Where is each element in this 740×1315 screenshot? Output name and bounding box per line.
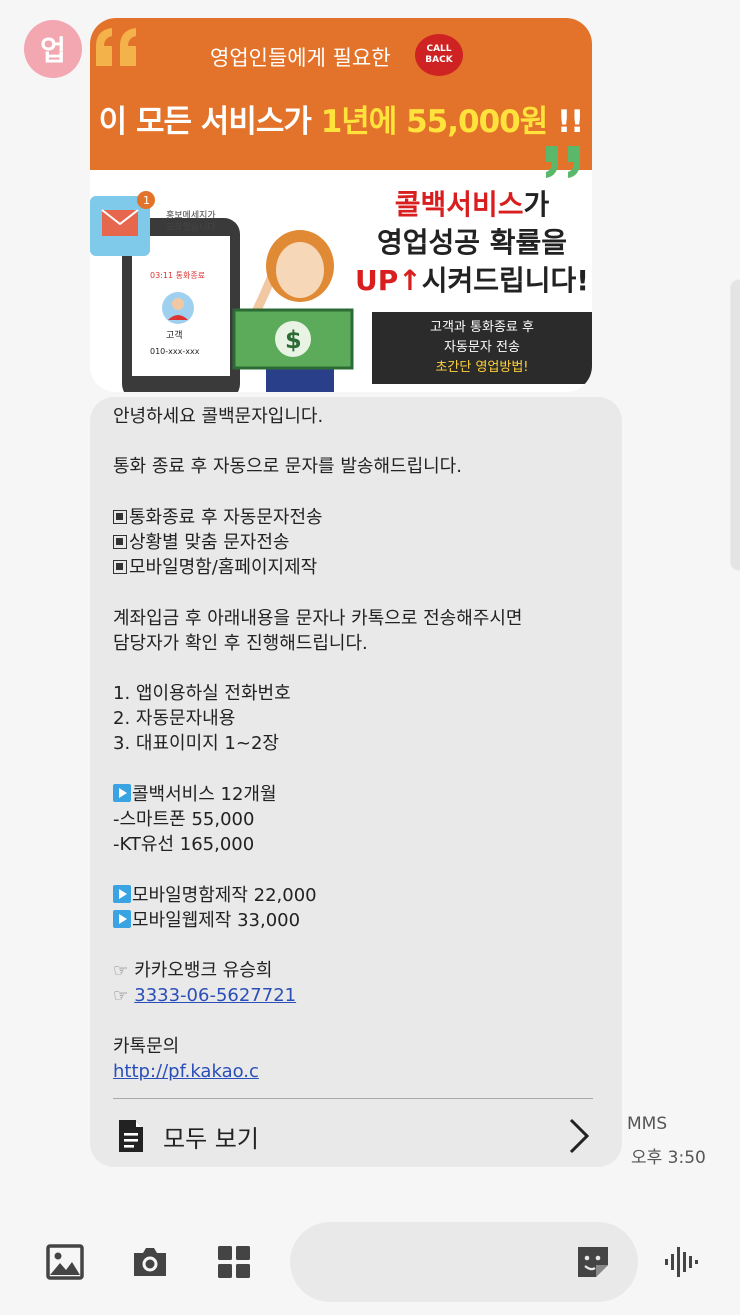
message-text[interactable]: 안녕하세요 콜백문자입니다. 통화 종료 후 자동으로 문자를 발송해드립니다.… — [113, 404, 613, 1084]
feature-item: 상황별 맞춤 문자전송 — [113, 530, 613, 555]
deposit-line1: 계좌입금 후 아래내용을 문자나 카톡으로 전송해주시면 — [113, 607, 523, 629]
play-icon — [113, 884, 131, 903]
box-line2: 자동문자 전송 — [444, 340, 520, 355]
gallery-icon[interactable] — [46, 1243, 84, 1281]
sender-avatar[interactable]: 업 — [24, 20, 82, 78]
notice-line1: 홍보메세지가 — [166, 209, 216, 221]
feature-item: 통화종료 후 자동문자전송 — [113, 505, 613, 530]
step-item: 1. 앱이용하실 전화번호 — [113, 683, 291, 705]
message-time: 오후 3:50 — [631, 1148, 706, 1168]
pointing-hand-icon: ☞ — [113, 961, 129, 982]
deposit-line2: 담당자가 확인 후 진행해드립니다. — [113, 632, 368, 654]
play-icon — [113, 909, 131, 928]
apps-grid-icon[interactable] — [215, 1243, 253, 1281]
price-kt: -KT유선 165,000 — [113, 834, 255, 856]
square-bullet-icon — [113, 560, 127, 575]
copy-line2: 영업성공 확률을 — [376, 226, 568, 259]
avatar-char: 업 — [40, 34, 66, 67]
copy-callback: 콜백서비스 — [394, 188, 524, 221]
play-icon — [113, 783, 131, 802]
chevron-right-icon — [569, 1118, 590, 1154]
service-title: 콜백서비스 12개월 — [113, 782, 613, 807]
bank-line: ☞ 카카오뱅크 유승희 — [113, 960, 273, 982]
square-bullet-icon — [113, 509, 127, 524]
banner-header: 영업인들에게 필요한 CALL BACK 이 모든 서비스가 1년에 55,000… — [90, 18, 592, 170]
copy-line1-rest: 가 — [523, 188, 550, 221]
callback-badge: CALL BACK — [415, 34, 463, 76]
card-make-line: 모바일명함제작 22,000 — [113, 883, 613, 908]
message-type: MMS — [627, 1114, 668, 1134]
headline-price: 1년에 55,000원 — [320, 104, 549, 140]
promo-copy: 콜백서비스가 영업성공 확률을 UP↑시켜드립니다! — [352, 186, 592, 300]
banner-subtitle: 영업인들에게 필요한 — [210, 46, 391, 70]
box-line1: 고객과 통화종료 후 — [430, 320, 534, 335]
kakao-line: http://pf.kakao.c — [113, 1059, 613, 1084]
kakao-link[interactable]: http://pf.kakao.c — [113, 1061, 259, 1082]
intro-line: 통화 종료 후 자동으로 문자를 발송해드립니다. — [113, 456, 462, 478]
headline-post: !! — [547, 104, 584, 140]
phone-time: 03:11 통화종료 — [150, 271, 205, 280]
view-all-label: 모두 보기 — [163, 1124, 259, 1153]
callback-line1: CALL — [426, 44, 452, 54]
price-smartphone: -스마트폰 55,000 — [113, 809, 255, 830]
svg-text:1: 1 — [143, 194, 150, 207]
phone-contact-number: 010-xxx-xxx — [150, 347, 200, 356]
svg-text:$: $ — [285, 326, 302, 354]
account-line: ☞ 3333-06-5627721 — [113, 983, 613, 1008]
callback-line2: BACK — [425, 55, 453, 65]
step-item: 2. 자동문자내용 — [113, 708, 236, 730]
greeting-line: 안녕하세요 콜백문자입니다. — [113, 406, 324, 427]
notice-line2: 도착했습니다 — [166, 221, 216, 233]
phone-contact-name: 고객 — [166, 330, 183, 341]
account-number-link[interactable]: 3333-06-5627721 — [134, 985, 296, 1006]
web-make-line: 모바일웹제작 33,000 — [113, 908, 613, 933]
view-all-divider — [113, 1098, 593, 1099]
headline-pre: 이 모든 서비스가 — [98, 104, 321, 140]
square-bullet-icon — [113, 534, 127, 549]
open-quote-icon — [96, 28, 136, 66]
copy-up: UP↑ — [354, 264, 422, 297]
voice-wave-icon[interactable] — [662, 1243, 700, 1281]
feature-item: 모바일명함/홈페이지제작 — [113, 555, 613, 580]
copy-line3-rest: 시켜드립니다! — [421, 264, 590, 297]
promo-black-box: 고객과 통화종료 후 자동문자 전송 초간단 영업방법! — [372, 312, 592, 384]
document-icon — [119, 1120, 143, 1152]
kakao-label: 카톡문의 — [113, 1035, 180, 1057]
mms-image-attachment[interactable]: 영업인들에게 필요한 CALL BACK 이 모든 서비스가 1년에 55,000… — [90, 18, 592, 392]
view-all-button[interactable]: 모두 보기 — [113, 1108, 593, 1164]
step-item: 3. 대표이미지 1~2장 — [113, 733, 279, 755]
banner-headline: 이 모든 서비스가 1년에 55,000원 !! — [90, 96, 592, 141]
pointing-hand-icon: ☞ — [113, 986, 129, 1007]
edge-panel-handle[interactable] — [732, 280, 740, 570]
sticker-icon[interactable] — [574, 1243, 612, 1281]
camera-icon[interactable] — [131, 1243, 169, 1281]
box-line3: 초간단 영업방법! — [435, 360, 529, 375]
